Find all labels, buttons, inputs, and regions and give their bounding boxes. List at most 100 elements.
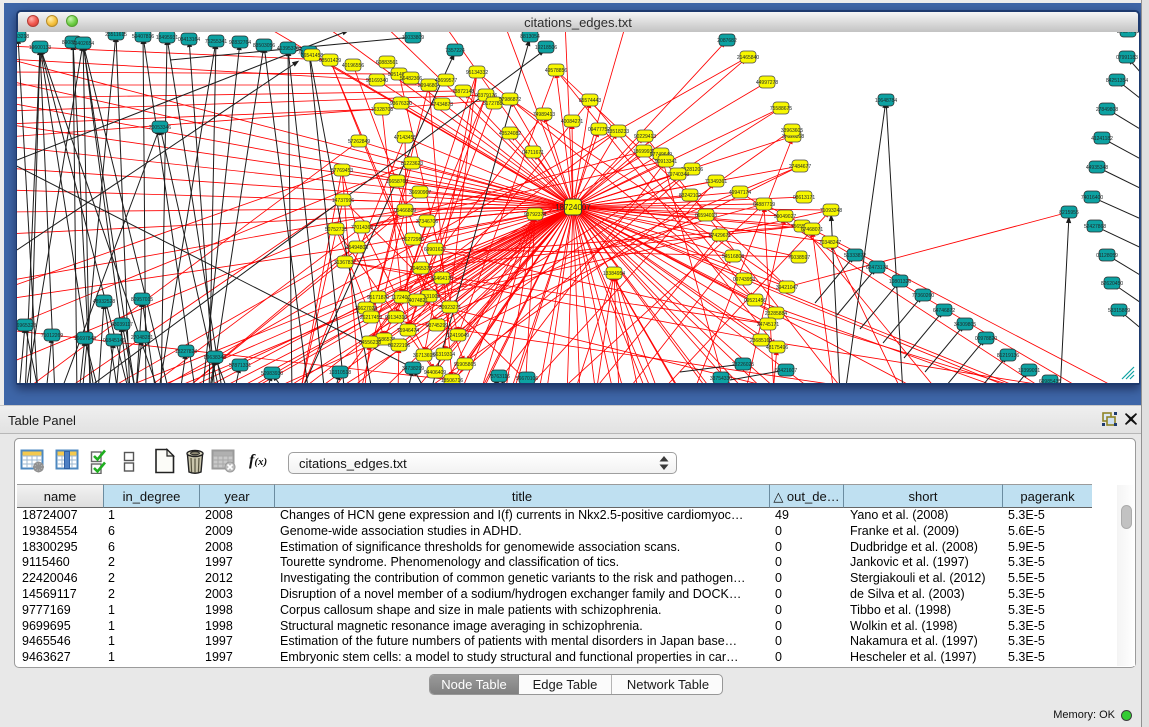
svg-text:19600133: 19600133 [29, 45, 51, 51]
svg-text:75946474: 75946474 [397, 328, 419, 334]
svg-text:2087682: 2087682 [717, 38, 737, 44]
svg-text:49947174: 49947174 [729, 190, 751, 196]
svg-text:87769453: 87769453 [331, 168, 353, 174]
svg-text:41395376: 41395376 [277, 46, 299, 52]
svg-text:77360260: 77360260 [912, 293, 934, 299]
svg-text:74016400: 74016400 [1081, 195, 1103, 201]
svg-text:18227824: 18227824 [175, 349, 197, 355]
svg-text:05466889: 05466889 [394, 208, 416, 214]
svg-text:51333872: 51333872 [844, 253, 866, 259]
svg-text:31367837: 31367837 [334, 260, 356, 266]
svg-text:48175496: 48175496 [766, 345, 788, 351]
svg-text:56670106: 56670106 [516, 376, 538, 382]
svg-text:87429671: 87429671 [709, 233, 731, 239]
svg-text:56272980: 56272980 [402, 237, 424, 243]
svg-text:76038597: 76038597 [788, 255, 810, 261]
svg-text:73872148: 73872148 [452, 89, 474, 95]
svg-text:21465840: 21465840 [737, 55, 759, 61]
svg-text:77434873: 77434873 [431, 102, 453, 108]
svg-text:91905865: 91905865 [454, 362, 476, 368]
svg-text:40084271: 40084271 [561, 119, 583, 125]
svg-text:56464170: 56464170 [431, 276, 453, 282]
svg-text:39421047: 39421047 [776, 285, 798, 291]
svg-text:18506716: 18506716 [441, 378, 463, 383]
svg-text:57986872: 57986872 [499, 97, 521, 103]
svg-text:60883561: 60883561 [376, 60, 398, 66]
svg-text:16697848: 16697848 [74, 336, 96, 342]
svg-text:52427868: 52427868 [1084, 224, 1106, 230]
svg-text:99049027: 99049027 [774, 214, 796, 220]
svg-text:09521456: 09521456 [744, 298, 766, 304]
svg-text:09477752: 09477752 [588, 127, 610, 133]
svg-text:14737996: 14737996 [332, 198, 354, 204]
svg-text:63421607: 63421607 [775, 368, 797, 374]
svg-text:83503056: 83503056 [253, 43, 275, 49]
svg-text:71093248: 71093248 [820, 208, 842, 214]
svg-text:68501429: 68501429 [319, 58, 341, 64]
svg-text:74074821: 74074821 [406, 298, 428, 304]
svg-text:79402654: 79402654 [72, 41, 94, 47]
svg-text:69222196: 69222196 [388, 343, 410, 349]
svg-text:44997278: 44997278 [756, 80, 778, 86]
svg-text:66319314: 66319314 [433, 352, 455, 358]
svg-text:01845146: 01845146 [103, 338, 125, 344]
svg-text:80957015: 80957015 [131, 297, 153, 303]
svg-text:71349361: 71349361 [705, 179, 727, 185]
svg-text:57262849: 57262849 [348, 139, 370, 145]
svg-text:23226025: 23226025 [732, 362, 754, 368]
svg-text:69985435: 69985435 [1039, 379, 1061, 383]
svg-text:23511615: 23511615 [105, 32, 127, 38]
svg-text:20465375: 20465375 [410, 266, 432, 272]
svg-text:70348247: 70348247 [819, 240, 841, 246]
svg-text:10310518: 10310518 [329, 370, 351, 376]
svg-text:04711671: 04711671 [522, 150, 544, 156]
svg-text:79740344: 79740344 [667, 172, 689, 178]
svg-text:20053346: 20053346 [149, 125, 171, 131]
svg-text:8813054: 8813054 [520, 34, 540, 40]
svg-text:27484677: 27484677 [789, 164, 811, 170]
svg-text:34624751: 34624751 [1117, 32, 1139, 35]
svg-text:06594013: 06594013 [695, 213, 717, 219]
svg-text:67468071: 67468071 [801, 227, 823, 233]
svg-text:77014363: 77014363 [351, 225, 373, 231]
svg-text:41241182: 41241182 [1091, 136, 1113, 142]
svg-text:00978820: 00978820 [975, 336, 997, 342]
svg-text:18495931: 18495931 [156, 35, 178, 41]
svg-text:62473178: 62473178 [866, 265, 888, 271]
svg-text:83242102: 83242102 [679, 193, 701, 199]
svg-text:10433218: 10433218 [17, 34, 29, 40]
svg-text:36690967: 36690967 [409, 190, 431, 196]
svg-text:34309805: 34309805 [954, 322, 976, 328]
svg-text:16658760: 16658760 [386, 179, 408, 185]
svg-text:08613171: 08613171 [793, 195, 815, 201]
svg-text:23285884: 23285884 [765, 311, 787, 317]
svg-text:01128059: 01128059 [1096, 253, 1118, 259]
svg-text:93792374: 93792374 [524, 212, 546, 218]
svg-text:27048281: 27048281 [131, 335, 153, 341]
svg-text:16328708: 16328708 [371, 107, 393, 113]
svg-text:92832764: 92832764 [229, 40, 251, 46]
svg-text:45494808: 45494808 [346, 245, 368, 251]
svg-text:09743953: 09743953 [733, 277, 755, 283]
svg-text:54516808: 54516808 [722, 254, 744, 260]
svg-text:43524082: 43524082 [499, 131, 521, 137]
svg-text:43699577: 43699577 [435, 78, 457, 84]
svg-text:36713695: 36713695 [413, 353, 435, 359]
svg-text:93676320: 93676320 [390, 101, 412, 107]
svg-text:03413164: 03413164 [178, 37, 200, 43]
svg-text:71012269: 71012269 [41, 333, 63, 339]
svg-text:10648784: 10648784 [875, 98, 897, 104]
svg-text:49578856: 49578856 [545, 68, 567, 74]
svg-text:16033809: 16033809 [402, 35, 424, 41]
svg-text:89638346: 89638346 [204, 355, 226, 361]
svg-text:47143455: 47143455 [394, 135, 416, 141]
svg-text:94406409: 94406409 [424, 370, 446, 376]
svg-text:10801326: 10801326 [889, 279, 911, 285]
svg-text:98169340: 98169340 [366, 78, 388, 84]
svg-text:75588675: 75588675 [770, 106, 792, 112]
svg-text:34738299: 34738299 [402, 366, 424, 372]
svg-text:95134332: 95134332 [466, 70, 488, 76]
svg-text:81223623: 81223623 [401, 161, 423, 167]
svg-text:90229413: 90229413 [634, 134, 656, 140]
svg-text:19218506: 19218506 [535, 45, 557, 51]
